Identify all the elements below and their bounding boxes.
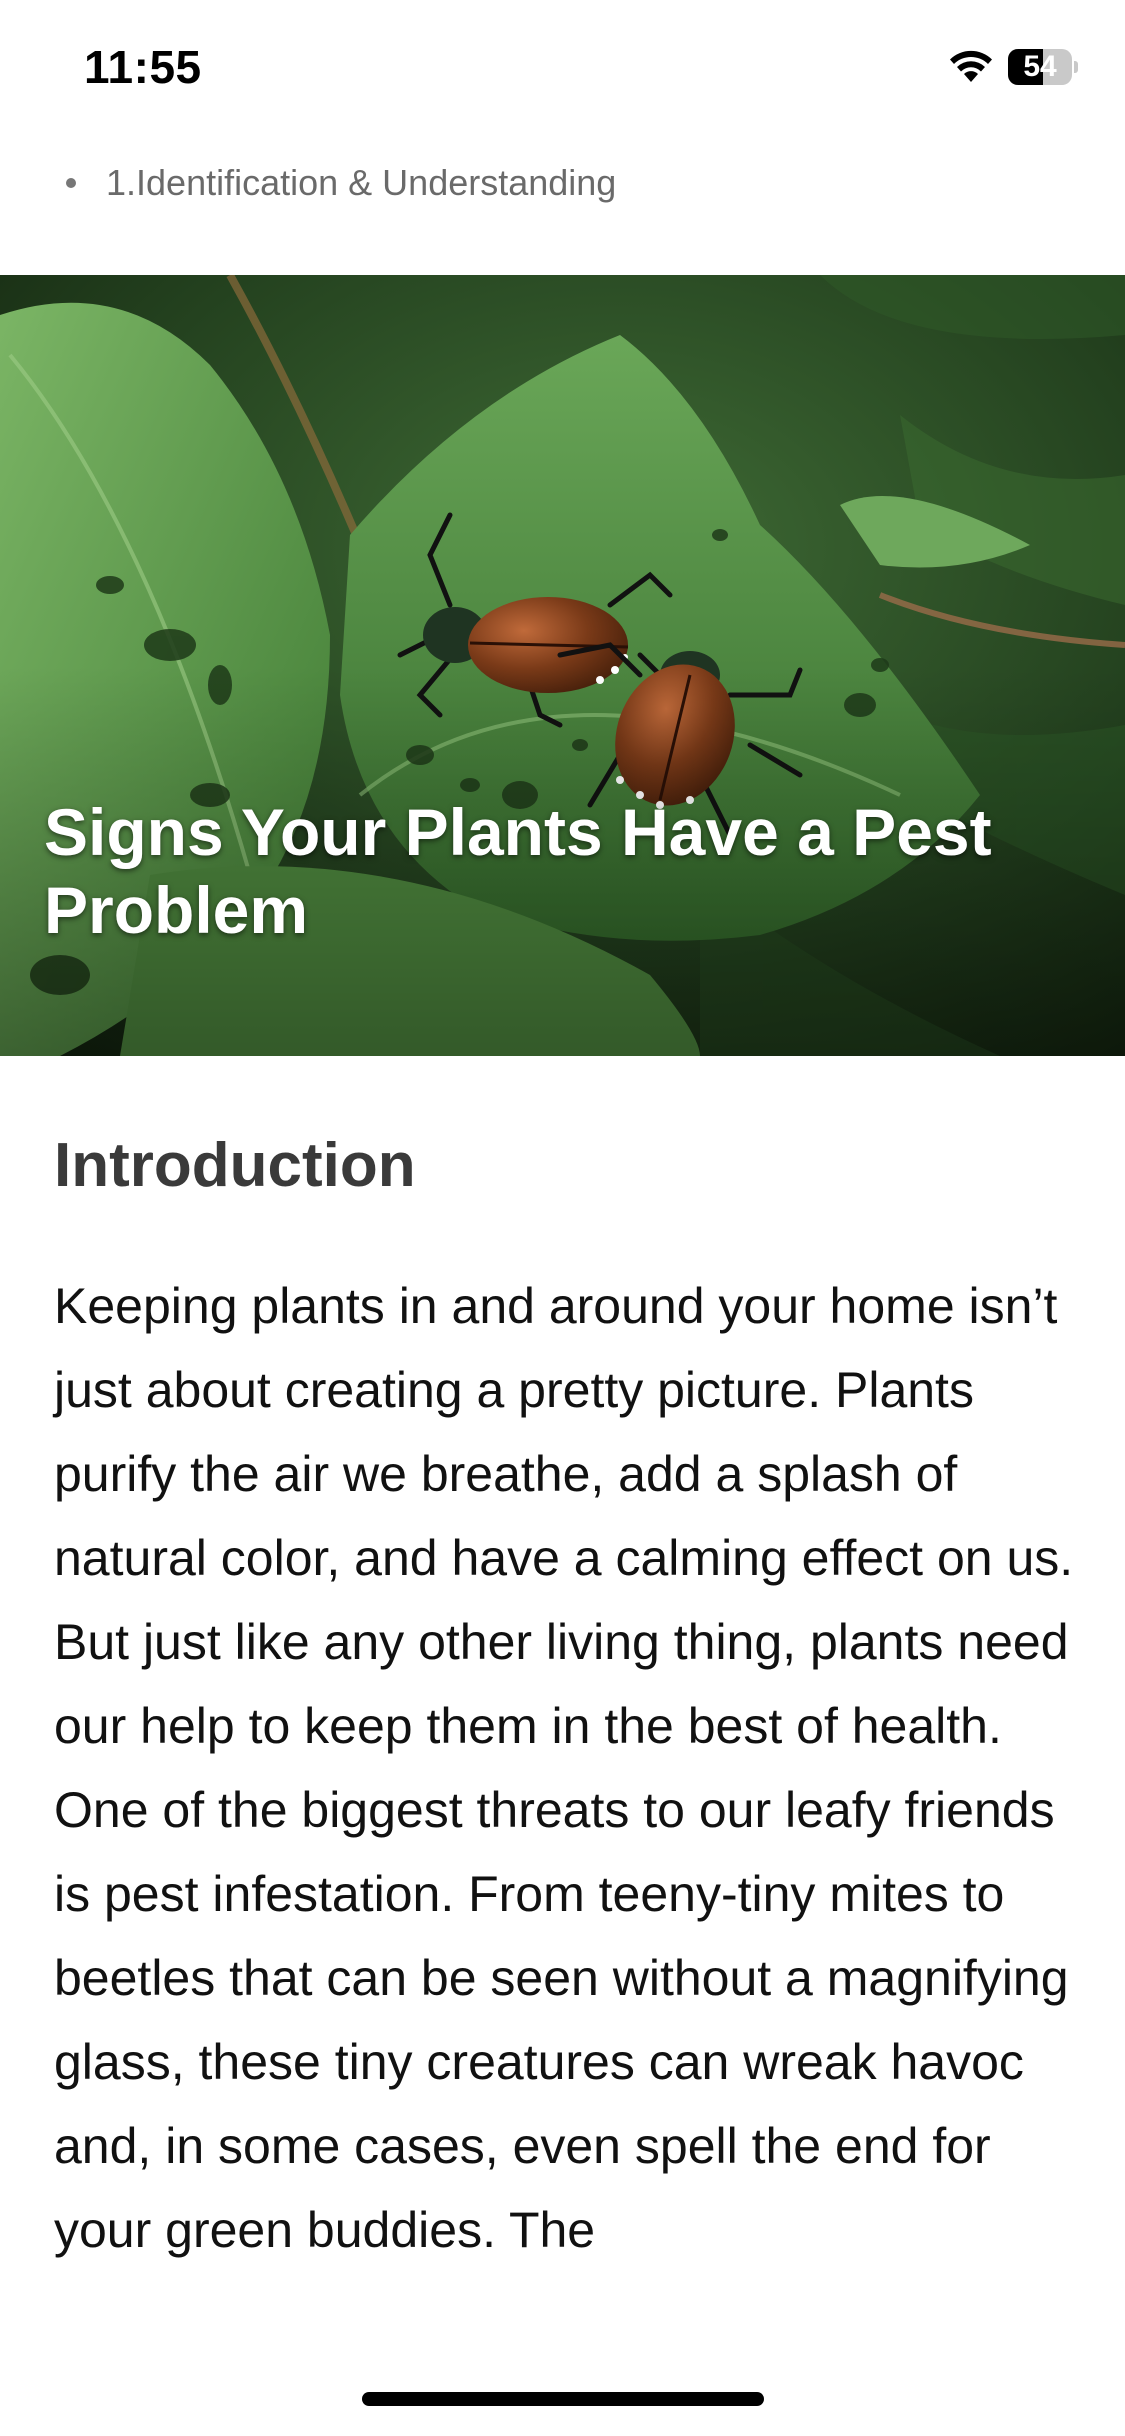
battery-level: 54 xyxy=(1023,50,1057,83)
breadcrumb-label: 1.Identification & Understanding xyxy=(106,162,617,203)
article-title: Signs Your Plants Have a Pest Problem xyxy=(44,795,992,947)
bottom-safe-area xyxy=(0,2340,1125,2436)
battery-icon: 54 xyxy=(1008,49,1078,85)
status-bar: 11:55 54 xyxy=(0,0,1125,140)
wifi-icon xyxy=(950,50,992,82)
home-indicator[interactable] xyxy=(362,2392,764,2406)
bullet-icon xyxy=(66,178,76,188)
article-body: Keeping plants in and around your home i… xyxy=(54,1278,1074,2258)
hero-image: Signs Your Plants Have a Pest Problem xyxy=(0,275,1125,1056)
section-heading: Introduction xyxy=(54,1131,416,1200)
status-time: 11:55 xyxy=(84,41,202,93)
breadcrumb[interactable]: 1.Identification & Understanding xyxy=(66,162,616,204)
